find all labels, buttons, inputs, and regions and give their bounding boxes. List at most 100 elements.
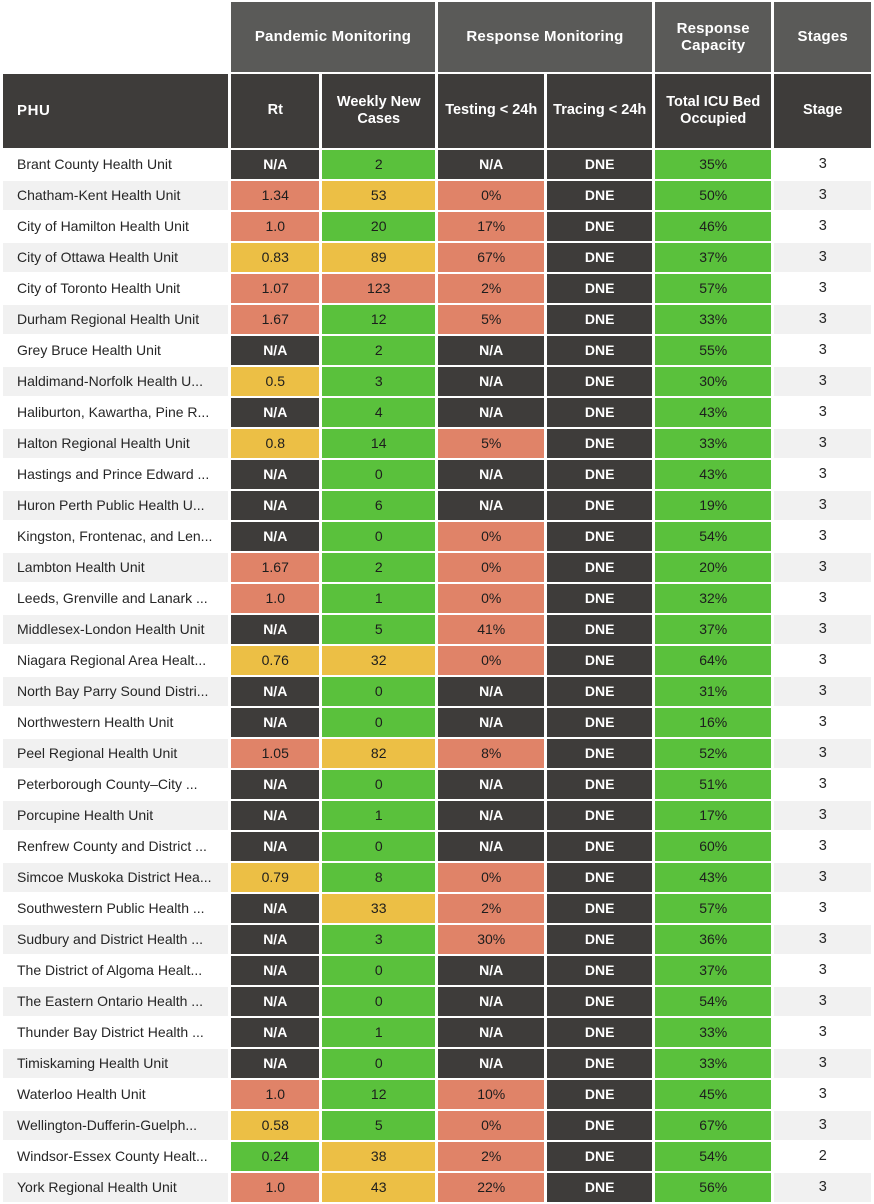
cell-weekly-new-cases[interactable]: 12 (322, 305, 435, 334)
cell-tracing-24h[interactable]: DNE (547, 739, 652, 768)
cell-tracing-24h[interactable]: DNE (547, 212, 652, 241)
cell-phu-name[interactable]: North Bay Parry Sound Distri... (3, 677, 229, 706)
cell-tracing-24h[interactable]: DNE (547, 863, 652, 892)
cell-weekly-new-cases[interactable]: 5 (322, 615, 435, 644)
cell-stage[interactable]: 3 (774, 863, 871, 892)
cell-phu-name[interactable]: Wellington-Dufferin-Guelph... (3, 1111, 229, 1140)
table-row[interactable]: Leeds, Grenville and Lanark ... 1.0 1 0% DNE… (3, 584, 871, 613)
cell-tracing-24h[interactable]: DNE (547, 646, 652, 675)
cell-phu-name[interactable]: Niagara Regional Area Healt... (3, 646, 229, 675)
table-row[interactable]: Southwestern Public Health ... N/A 33 2% DNE… (3, 894, 871, 923)
cell-tracing-24h[interactable]: DNE (547, 336, 652, 365)
cell-tracing-24h[interactable]: DNE (547, 1018, 652, 1047)
cell-phu-name[interactable]: Porcupine Health Unit (3, 801, 229, 830)
cell-total-icu-bed-occupied[interactable]: 36% (654, 925, 772, 954)
cell-total-icu-bed-occupied[interactable]: 43% (654, 460, 772, 489)
cell-weekly-new-cases[interactable]: 89 (322, 243, 435, 272)
cell-stage[interactable]: 3 (774, 956, 871, 985)
cell-total-icu-bed-occupied[interactable]: 33% (654, 305, 772, 334)
cell-tracing-24h[interactable]: DNE (547, 398, 652, 427)
cell-weekly-new-cases[interactable]: 43 (322, 1173, 435, 1202)
cell-weekly-new-cases[interactable]: 0 (322, 832, 435, 861)
cell-testing-24h[interactable]: 0% (437, 1111, 545, 1140)
cell-stage[interactable]: 3 (774, 646, 871, 675)
cell-testing-24h[interactable]: 2% (437, 894, 545, 923)
cell-testing-24h[interactable]: 5% (437, 305, 545, 334)
cell-testing-24h[interactable]: N/A (437, 1049, 545, 1078)
cell-rt[interactable]: 1.34 (231, 181, 320, 210)
cell-total-icu-bed-occupied[interactable]: 35% (654, 150, 772, 179)
table-row[interactable]: Windsor-Essex County Healt... 0.24 38 2% DNE… (3, 1142, 871, 1171)
cell-stage[interactable]: 3 (774, 243, 871, 272)
table-row[interactable]: Haliburton, Kawartha, Pine R... N/A 4 N/A DN… (3, 398, 871, 427)
cell-stage[interactable]: 3 (774, 553, 871, 582)
cell-tracing-24h[interactable]: DNE (547, 367, 652, 396)
cell-tracing-24h[interactable]: DNE (547, 460, 652, 489)
cell-testing-24h[interactable]: N/A (437, 491, 545, 520)
cell-testing-24h[interactable]: 2% (437, 1142, 545, 1171)
cell-stage[interactable]: 3 (774, 1111, 871, 1140)
cell-total-icu-bed-occupied[interactable]: 43% (654, 398, 772, 427)
cell-tracing-24h[interactable]: DNE (547, 243, 652, 272)
cell-phu-name[interactable]: Timiskaming Health Unit (3, 1049, 229, 1078)
cell-tracing-24h[interactable]: DNE (547, 770, 652, 799)
cell-phu-name[interactable]: Sudbury and District Health ... (3, 925, 229, 954)
cell-stage[interactable]: 3 (774, 584, 871, 613)
cell-stage[interactable]: 3 (774, 677, 871, 706)
cell-stage[interactable]: 3 (774, 832, 871, 861)
cell-phu-name[interactable]: Kingston, Frontenac, and Len... (3, 522, 229, 551)
cell-phu-name[interactable]: Southwestern Public Health ... (3, 894, 229, 923)
cell-tracing-24h[interactable]: DNE (547, 305, 652, 334)
cell-testing-24h[interactable]: N/A (437, 1018, 545, 1047)
cell-tracing-24h[interactable]: DNE (547, 925, 652, 954)
cell-tracing-24h[interactable]: DNE (547, 274, 652, 303)
cell-rt[interactable]: 0.58 (231, 1111, 320, 1140)
cell-testing-24h[interactable]: 0% (437, 181, 545, 210)
table-row[interactable]: Waterloo Health Unit 1.0 12 10% DNE 45% 3 (3, 1080, 871, 1109)
cell-stage[interactable]: 3 (774, 274, 871, 303)
table-row[interactable]: City of Ottawa Health Unit 0.83 89 67% DNE 37… (3, 243, 871, 272)
cell-stage[interactable]: 3 (774, 305, 871, 334)
cell-tracing-24h[interactable]: DNE (547, 832, 652, 861)
table-row[interactable]: Renfrew County and District ... N/A 0 N/A DN… (3, 832, 871, 861)
cell-weekly-new-cases[interactable]: 0 (322, 1049, 435, 1078)
cell-weekly-new-cases[interactable]: 2 (322, 150, 435, 179)
cell-phu-name[interactable]: City of Toronto Health Unit (3, 274, 229, 303)
cell-weekly-new-cases[interactable]: 6 (322, 491, 435, 520)
cell-total-icu-bed-occupied[interactable]: 19% (654, 491, 772, 520)
table-row[interactable]: Haldimand-Norfolk Health U... 0.5 3 N/A DNE 3… (3, 367, 871, 396)
column-header-tracing-24h[interactable]: Tracing < 24h (547, 74, 652, 148)
cell-phu-name[interactable]: Chatham-Kent Health Unit (3, 181, 229, 210)
cell-tracing-24h[interactable]: DNE (547, 429, 652, 458)
cell-rt[interactable]: 0.8 (231, 429, 320, 458)
cell-phu-name[interactable]: The District of Algoma Healt... (3, 956, 229, 985)
cell-weekly-new-cases[interactable]: 3 (322, 925, 435, 954)
cell-weekly-new-cases[interactable]: 3 (322, 367, 435, 396)
cell-stage[interactable]: 2 (774, 1142, 871, 1171)
cell-phu-name[interactable]: Hastings and Prince Edward ... (3, 460, 229, 489)
cell-weekly-new-cases[interactable]: 53 (322, 181, 435, 210)
cell-rt[interactable]: N/A (231, 894, 320, 923)
cell-testing-24h[interactable]: 0% (437, 584, 545, 613)
cell-weekly-new-cases[interactable]: 5 (322, 1111, 435, 1140)
cell-rt[interactable]: 0.24 (231, 1142, 320, 1171)
column-header-rt[interactable]: Rt (231, 74, 320, 148)
cell-rt[interactable]: 1.0 (231, 1173, 320, 1202)
cell-total-icu-bed-occupied[interactable]: 50% (654, 181, 772, 210)
table-row[interactable]: Wellington-Dufferin-Guelph... 0.58 5 0% DNE 6… (3, 1111, 871, 1140)
cell-phu-name[interactable]: Thunder Bay District Health ... (3, 1018, 229, 1047)
cell-weekly-new-cases[interactable]: 123 (322, 274, 435, 303)
table-row[interactable]: Niagara Regional Area Healt... 0.76 32 0% DN… (3, 646, 871, 675)
cell-weekly-new-cases[interactable]: 0 (322, 677, 435, 706)
cell-rt[interactable]: N/A (231, 336, 320, 365)
cell-total-icu-bed-occupied[interactable]: 52% (654, 739, 772, 768)
cell-phu-name[interactable]: Leeds, Grenville and Lanark ... (3, 584, 229, 613)
cell-rt[interactable]: 1.0 (231, 1080, 320, 1109)
cell-stage[interactable]: 3 (774, 1018, 871, 1047)
cell-testing-24h[interactable]: 22% (437, 1173, 545, 1202)
cell-testing-24h[interactable]: 17% (437, 212, 545, 241)
cell-rt[interactable]: N/A (231, 460, 320, 489)
table-row[interactable]: Porcupine Health Unit N/A 1 N/A DNE 17% 3 (3, 801, 871, 830)
cell-total-icu-bed-occupied[interactable]: 37% (654, 615, 772, 644)
cell-testing-24h[interactable]: N/A (437, 708, 545, 737)
